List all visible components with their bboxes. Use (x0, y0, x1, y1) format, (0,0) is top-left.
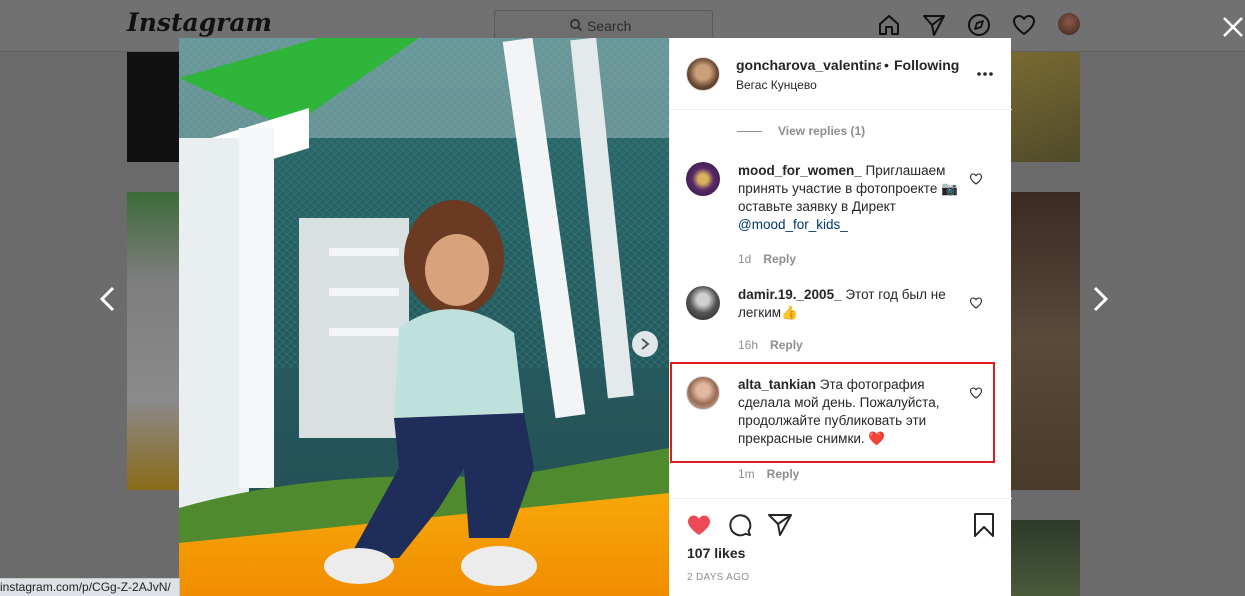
separator-dot: • (884, 57, 889, 73)
comment-time: 1m (738, 467, 755, 481)
search-placeholder: Search (587, 18, 632, 34)
post-header: goncharova_valentinaa • Following Вегас … (670, 38, 1012, 110)
post-location[interactable]: Вегас Кунцево (736, 78, 817, 92)
comment-like-icon[interactable] (969, 296, 983, 310)
instagram-logo[interactable]: Instagram (127, 8, 272, 37)
direct-icon[interactable] (921, 12, 947, 38)
replies-divider (737, 131, 762, 132)
close-icon[interactable] (1220, 14, 1245, 42)
chevron-left-icon[interactable] (95, 284, 119, 314)
comment-mention-link[interactable]: @mood_for_kids_ (738, 217, 848, 232)
post-side-panel: goncharova_valentinaa • Following Вегас … (669, 38, 1012, 596)
background-tile (1011, 192, 1080, 490)
comment-time: 1d (738, 252, 752, 266)
explore-icon[interactable] (966, 12, 992, 38)
view-replies-button[interactable]: View replies (1) (778, 124, 865, 138)
reply-button[interactable]: Reply (763, 252, 796, 266)
comment-text: damir.19._2005_ Этот год был не легким👍 (738, 286, 960, 322)
post-date: 2 DAYS AGO (687, 572, 750, 583)
heart-icon[interactable] (1011, 12, 1037, 38)
chevron-right-icon[interactable] (1089, 284, 1113, 314)
background-tile (127, 192, 179, 490)
search-icon (570, 19, 583, 32)
home-icon[interactable] (876, 12, 902, 38)
post-photo[interactable] (179, 38, 669, 596)
comment-meta: 1d Reply (738, 252, 796, 266)
comment-username[interactable]: mood_for_women_ (738, 163, 862, 178)
background-tile (127, 52, 179, 162)
heart-icon[interactable] (686, 512, 712, 538)
bookmark-icon[interactable] (971, 512, 997, 538)
comments-list: View replies (1) mood_for_women_ Приглаш… (670, 110, 1012, 498)
share-icon[interactable] (767, 512, 793, 538)
more-icon[interactable] (976, 66, 994, 82)
following-button[interactable]: Following (894, 57, 959, 73)
author-avatar[interactable] (686, 57, 720, 91)
browser-status-url: instagram.com/p/CGg-Z-2AJvN/ (0, 578, 180, 596)
comment-icon[interactable] (727, 512, 753, 538)
post-modal: goncharova_valentinaa • Following Вегас … (179, 38, 1012, 596)
background-tile (1011, 52, 1080, 162)
profile-avatar[interactable] (1058, 13, 1080, 35)
post-photo-image (179, 38, 669, 596)
comment-like-icon[interactable] (969, 172, 983, 186)
post-actions: 107 likes 2 DAYS AGO (670, 498, 1012, 596)
comment-avatar[interactable] (686, 162, 720, 196)
comment-username[interactable]: damir.19._2005_ (738, 287, 842, 302)
reply-button[interactable]: Reply (767, 467, 800, 481)
comment-meta: 16h Reply (738, 338, 803, 352)
chevron-right-icon (641, 338, 650, 350)
search-input[interactable]: Search (494, 10, 713, 40)
comment-meta: 1m Reply (738, 467, 799, 481)
comment-text: mood_for_women_ Приглашаем принять участ… (738, 162, 960, 234)
background-tile (1011, 520, 1080, 596)
likes-count[interactable]: 107 likes (687, 545, 745, 561)
comment-highlight-box (670, 362, 995, 463)
reply-button[interactable]: Reply (770, 338, 803, 352)
author-username[interactable]: goncharova_valentinaa (736, 57, 881, 73)
photo-next-button[interactable] (632, 331, 658, 357)
comment-time: 16h (738, 338, 759, 352)
comment-avatar[interactable] (686, 286, 720, 320)
